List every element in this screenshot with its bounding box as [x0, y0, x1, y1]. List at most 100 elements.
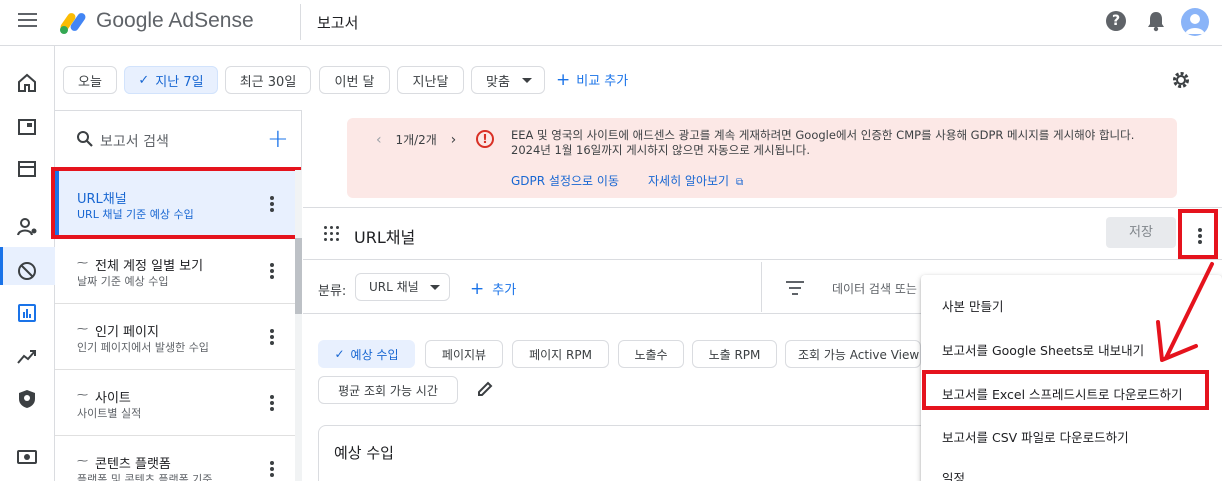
avatar[interactable] — [1181, 8, 1209, 36]
filter-last-30-days[interactable]: 최근 30일 — [225, 66, 311, 94]
chevron-left-icon[interactable]: ‹ — [376, 132, 382, 148]
annotation-arrow-icon — [1156, 262, 1214, 362]
add-comparison-label: 비교 추가 — [576, 74, 629, 89]
sidebar-scroll-thumb[interactable] — [295, 238, 302, 314]
sidebar-item-daily[interactable]: ⁓ 전체 계정 일별 보기 날짜 기준 예상 수입 — [55, 238, 295, 304]
rail-active-indicator — [0, 247, 3, 285]
home-icon[interactable] — [16, 72, 38, 94]
sidebar-item-title: 전체 계정 일별 보기 — [95, 259, 204, 274]
sparkle-icon: ⁓ — [77, 256, 88, 269]
add-comparison-button[interactable]: + 비교 추가 — [556, 70, 628, 90]
error-icon: ! — [476, 130, 494, 148]
sidebar-item-title: 인기 페이지 — [95, 325, 159, 340]
report-search-input[interactable]: 보고서 검색 — [100, 131, 169, 151]
menu-item-make-copy[interactable]: 사본 만들기 — [942, 296, 1003, 315]
divider — [303, 259, 1222, 260]
sidebar-item-subtitle: 인기 페이지에서 발생한 수입 — [77, 341, 209, 354]
sites-icon[interactable] — [16, 158, 38, 180]
filter-input[interactable]: 데이터 검색 또는 — [832, 280, 917, 297]
metric-chip-pageviews[interactable]: 페이지뷰 — [425, 340, 503, 368]
metric-chip-label: 예상 수입 — [350, 347, 399, 362]
chevron-down-icon — [430, 285, 440, 290]
block-icon[interactable] — [16, 260, 38, 282]
ads-icon[interactable] — [16, 116, 38, 138]
sidebar-item-subtitle: 사이트별 실적 — [77, 407, 142, 420]
more-vert-icon[interactable] — [270, 263, 274, 281]
privacy-icon[interactable] — [16, 388, 38, 410]
sidebar-item-content-platform[interactable]: ⁓ 콘텐츠 플랫폼 플랫폼 및 콘텐츠 플랫폼 기준 ... — [55, 436, 295, 481]
sidebar-item-sites[interactable]: ⁓ 사이트 사이트별 실적 — [55, 370, 295, 436]
sidebar-item-top-pages[interactable]: ⁓ 인기 페이지 인기 페이지에서 발생한 수입 — [55, 304, 295, 370]
more-vert-icon[interactable] — [270, 395, 274, 413]
menu-icon[interactable] — [18, 13, 37, 31]
breakdown-label: 분류: — [318, 284, 347, 299]
report-title: URL채널 — [354, 228, 416, 247]
page-title: 보고서 — [317, 14, 359, 32]
filter-last-7-label: 지난 7일 — [155, 74, 204, 90]
earnings-card — [318, 425, 938, 481]
filter-last-7-days[interactable]: ✓ 지난 7일 — [124, 66, 218, 94]
menu-item-export-sheets[interactable]: 보고서를 Google Sheets로 내보내기 — [942, 340, 1144, 359]
filter-custom-label: 맞춤 — [486, 74, 510, 90]
annotation-box-kebab — [1178, 209, 1218, 259]
filter-today[interactable]: 오늘 — [63, 66, 117, 94]
annotation-box-sidebar — [51, 167, 301, 239]
metric-chip-page-rpm[interactable]: 페이지 RPM — [512, 340, 609, 368]
add-breakdown-label: 추가 — [492, 283, 517, 298]
plus-icon: + — [470, 279, 485, 299]
metric-chip-active-view[interactable]: 조회 가능 Active View — [785, 340, 921, 368]
sparkle-icon: ⁓ — [77, 454, 88, 467]
search-icon — [77, 131, 93, 147]
filter-icon[interactable] — [786, 281, 804, 299]
breakdown-dropdown[interactable]: URL 채널 — [355, 273, 450, 301]
alert-pager: ‹ 1개/2개 › — [376, 131, 456, 148]
alert-pager-count: 1개/2개 — [395, 133, 437, 147]
account-icon[interactable] — [16, 216, 38, 238]
notification-icon[interactable] — [1147, 11, 1165, 32]
chevron-right-icon[interactable]: › — [451, 132, 457, 148]
menu-item-download-csv[interactable]: 보고서를 CSV 파일로 다운로드하기 — [942, 427, 1129, 446]
add-breakdown-button[interactable]: + 추가 — [470, 279, 516, 299]
metric-chip-avg-viewable-time[interactable]: 평균 조회 가능 시간 — [318, 376, 458, 404]
top-app-bar: Google AdSense 보고서 ? — [0, 0, 1222, 46]
filter-custom-dropdown[interactable]: 맞춤 — [471, 66, 545, 94]
divider — [303, 207, 1222, 208]
metric-chip-impressions[interactable]: 노출수 — [618, 340, 684, 368]
sidebar-item-title: 사이트 — [95, 391, 131, 406]
plus-icon: + — [556, 70, 571, 90]
divider — [300, 4, 301, 40]
gdpr-settings-link[interactable]: GDPR 설정으로 이동 — [511, 172, 619, 189]
check-icon: ✓ — [138, 72, 150, 88]
metric-chip-impression-rpm[interactable]: 노출 RPM — [692, 340, 777, 368]
trending-icon[interactable] — [16, 346, 38, 368]
sidebar-item-subtitle: 플랫폼 및 콘텐츠 플랫폼 기준 ... — [77, 473, 227, 481]
apps-grid-icon — [324, 226, 340, 242]
learn-more-link[interactable]: 자세히 알아보기 ⧉ — [648, 172, 743, 189]
filter-last-month[interactable]: 지난달 — [397, 66, 464, 94]
more-vert-icon[interactable] — [270, 461, 274, 479]
edit-icon[interactable] — [476, 380, 494, 398]
learn-more-label: 자세히 알아보기 — [648, 174, 730, 188]
adsense-logo-icon — [60, 13, 86, 34]
add-report-plus-icon[interactable]: + — [267, 126, 289, 152]
alert-message: EEA 및 영국의 사이트에 애드센스 광고를 계속 게재하려면 Google에… — [511, 128, 1135, 157]
sparkle-icon: ⁓ — [77, 322, 88, 335]
sidebar-scrollbar[interactable] — [295, 170, 302, 481]
filter-this-month[interactable]: 이번 달 — [319, 66, 390, 94]
open-in-new-icon: ⧉ — [735, 177, 744, 188]
check-icon: ✓ — [334, 347, 345, 361]
sidebar-item-title: 콘텐츠 플랫폼 — [95, 457, 171, 472]
more-vert-icon[interactable] — [270, 329, 274, 347]
save-button[interactable]: 저장 — [1106, 217, 1176, 248]
payments-icon[interactable] — [16, 446, 38, 468]
reports-icon[interactable] — [16, 302, 38, 324]
menu-item-schedule[interactable]: 일정 — [942, 468, 965, 481]
chevron-down-icon — [522, 78, 532, 83]
card-title: 예상 수입 — [334, 444, 394, 462]
divider — [761, 262, 762, 312]
help-icon[interactable]: ? — [1106, 11, 1126, 31]
annotation-box-excel — [922, 370, 1209, 410]
metric-chip-estimated-earnings[interactable]: ✓ 예상 수입 — [318, 340, 415, 368]
brand-name: Google AdSense — [96, 9, 254, 32]
gear-icon[interactable] — [1170, 69, 1192, 91]
